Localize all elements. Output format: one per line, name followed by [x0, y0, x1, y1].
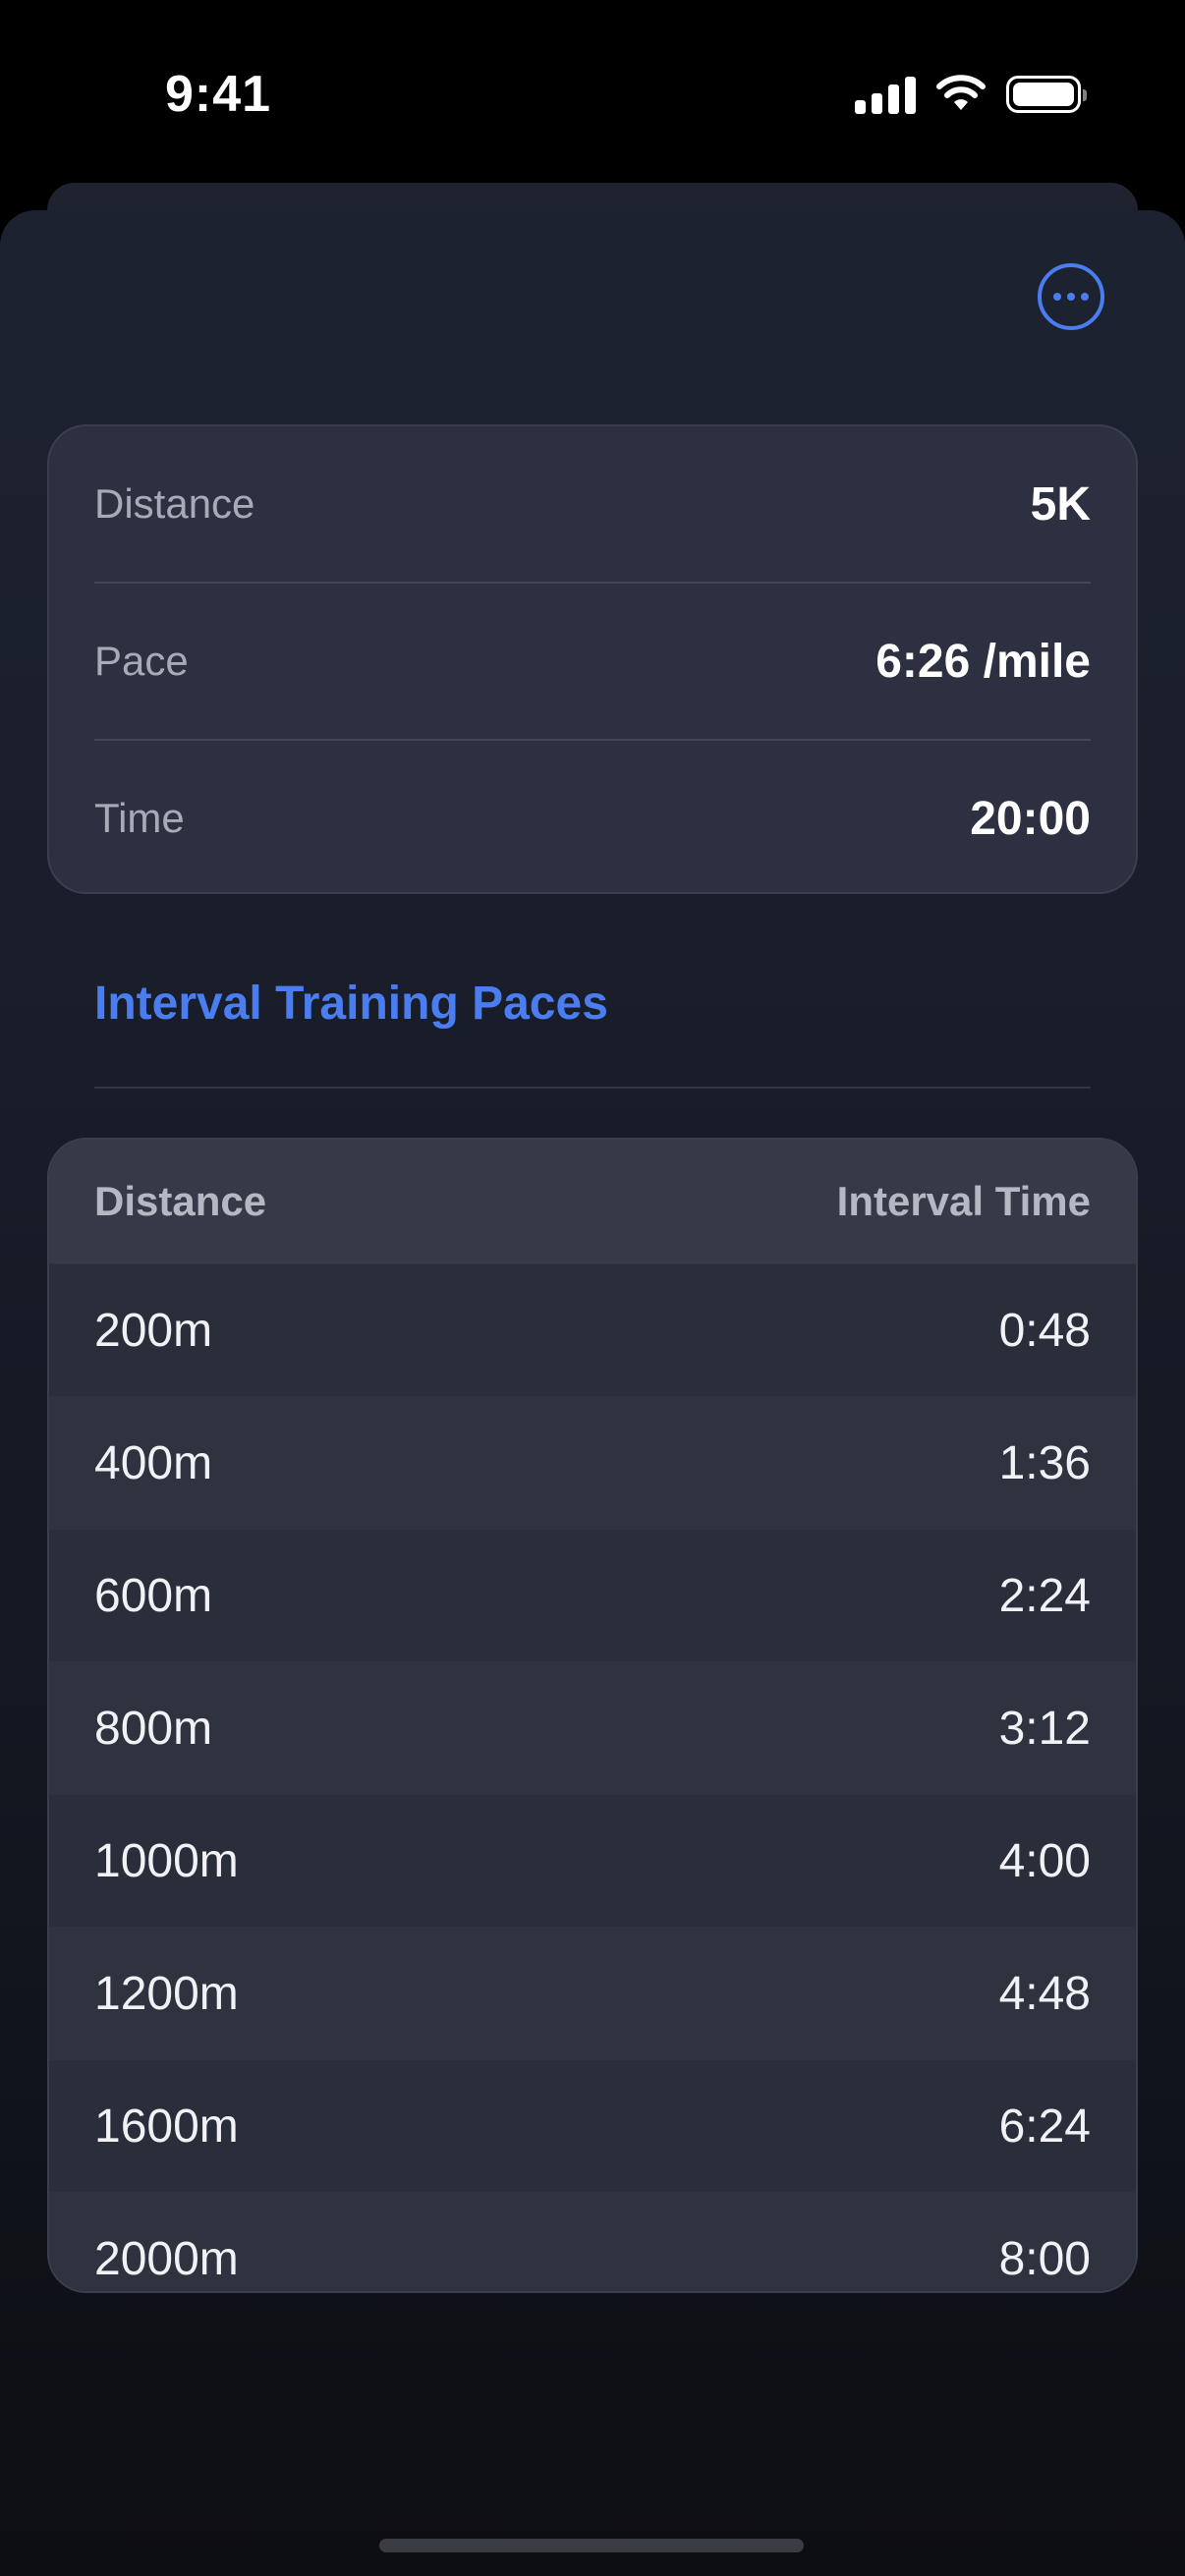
summary-value: 20:00 — [970, 792, 1091, 845]
table-body: 200m 0:48 400m 1:36 600m 2:24 800m 3:12 … — [49, 1263, 1136, 2291]
section-title: Interval Training Paces — [94, 978, 608, 1030]
summary-row-pace[interactable]: Pace 6:26 /mile — [94, 584, 1091, 739]
summary-row-time[interactable]: Time 20:00 — [94, 741, 1091, 892]
column-header-interval-time: Interval Time — [836, 1178, 1091, 1224]
table-header: Distance Interval Time — [49, 1140, 1136, 1263]
row-time: 8:00 — [998, 2232, 1091, 2285]
status-icons — [855, 75, 1087, 114]
table-row: 1000m 4:00 — [49, 1794, 1136, 1927]
table-row: 800m 3:12 — [49, 1661, 1136, 1794]
row-distance: 200m — [94, 1304, 213, 1357]
row-time: 4:48 — [998, 1967, 1091, 2020]
more-options-button[interactable] — [1038, 263, 1104, 330]
interval-table: Distance Interval Time 200m 0:48 400m 1:… — [47, 1138, 1138, 2293]
row-distance: 1600m — [94, 2100, 239, 2153]
row-time: 1:36 — [998, 1436, 1091, 1489]
battery-icon — [1006, 76, 1087, 113]
table-row: 1600m 6:24 — [49, 2059, 1136, 2192]
summary-label: Pace — [94, 638, 189, 684]
summary-value: 5K — [1030, 477, 1091, 531]
row-distance: 1200m — [94, 1967, 239, 2020]
row-time: 2:24 — [998, 1569, 1091, 1622]
status-time: 9:41 — [165, 66, 272, 123]
table-row: 400m 1:36 — [49, 1396, 1136, 1529]
wifi-icon — [936, 75, 986, 110]
table-row: 1200m 4:48 — [49, 1927, 1136, 2059]
table-row: 600m 2:24 — [49, 1529, 1136, 1661]
ellipsis-circle-icon — [1053, 293, 1061, 301]
summary-row-distance[interactable]: Distance 5K — [94, 426, 1091, 582]
summary-label: Distance — [94, 480, 255, 527]
home-indicator[interactable] — [379, 2539, 804, 2552]
row-distance: 800m — [94, 1702, 213, 1755]
cellular-signal-icon — [855, 75, 916, 114]
status-bar: 9:41 — [0, 0, 1185, 187]
summary-value: 6:26 /mile — [875, 635, 1091, 688]
row-distance: 600m — [94, 1569, 213, 1622]
race-summary-card: Distance 5K Pace 6:26 /mile Time 20:00 — [47, 424, 1138, 894]
row-time: 3:12 — [998, 1702, 1091, 1755]
table-row: 200m 0:48 — [49, 1263, 1136, 1396]
row-distance: 2000m — [94, 2232, 239, 2285]
table-row: 2000m 8:00 — [49, 2192, 1136, 2291]
row-time: 4:00 — [998, 1834, 1091, 1887]
summary-label: Time — [94, 795, 185, 841]
section-divider — [94, 1087, 1091, 1089]
row-distance: 400m — [94, 1436, 213, 1489]
column-header-distance: Distance — [94, 1178, 267, 1224]
row-time: 6:24 — [998, 2100, 1091, 2153]
row-time: 0:48 — [998, 1304, 1091, 1357]
row-distance: 1000m — [94, 1834, 239, 1887]
